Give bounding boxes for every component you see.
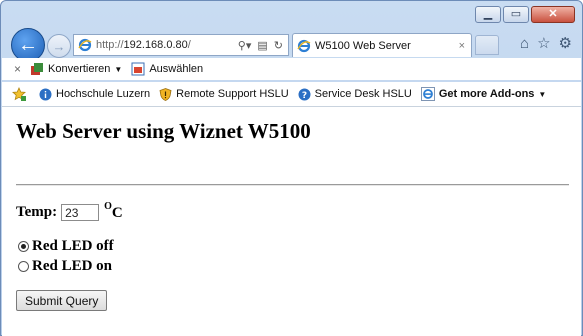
compatibility-icon[interactable]: ▤ [257,39,267,52]
forward-button[interactable]: → [47,34,71,58]
help-icon: ? [298,88,311,101]
temp-label: Temp: [16,204,58,220]
select-label: Auswählen [149,63,204,75]
search-icon[interactable]: ⚲▾ [238,39,252,52]
temp-unit: OC [104,201,123,222]
radio-label: Red LED off [32,238,114,254]
chevron-down-icon[interactable]: ▼ [538,90,546,99]
radio-label: Red LED on [32,258,113,274]
divider [16,184,569,186]
maximize-button[interactable]: ▭ [503,6,529,23]
back-arrow-icon: ← [18,34,38,56]
radio-red-led-on[interactable]: Red LED on [18,258,112,275]
chevron-down-icon[interactable]: ▼ [114,65,122,74]
temp-unit-sup: O [104,201,112,212]
settings-gear-icon[interactable]: ⚙ [559,34,572,54]
home-icon[interactable]: ⌂ [520,34,529,54]
address-text[interactable]: http://192.168.0.80/ [96,39,238,51]
command-bar: × Konvertieren ▼ Auswählen [2,58,581,80]
command-bar-close-button[interactable]: × [14,62,21,76]
select-icon [131,62,145,76]
add-favorite-star-icon [12,87,26,101]
ie-tab-icon [297,39,311,52]
address-suffix: / [187,39,191,51]
favorite-label: Hochschule Luzern [56,88,151,100]
radio-button[interactable] [18,261,29,272]
favorite-label: Service Desk HSLU [314,88,412,100]
new-tab-button[interactable] [475,35,499,55]
refresh-icon[interactable]: ↻ [274,39,283,52]
add-favorite-button[interactable] [12,87,30,101]
toolbar-icons: ⌂ ☆ ⚙ [520,34,572,54]
address-host: 192.168.0.80 [123,39,188,51]
close-window-button[interactable]: ✕ [531,6,575,23]
window-controls: ▁ ▭ ✕ [475,6,575,23]
favorite-hochschule-luzern[interactable]: Hochschule Luzern [39,88,150,101]
radio-red-led-off[interactable]: Red LED off [18,238,114,255]
select-button[interactable]: Auswählen [131,62,203,76]
temp-unit-letter: C [111,205,123,221]
submit-query-button[interactable]: Submit Query [16,290,108,311]
ie-icon [420,87,435,101]
browser-window: ▁ ▭ ✕ ← → http://192.168.0.80/ ⚲▾ ▤ ↻ W5… [0,0,583,336]
convert-label: Konvertieren [48,63,111,75]
address-bar[interactable]: http://192.168.0.80/ ⚲▾ ▤ ↻ [73,34,289,56]
favorite-remote-support[interactable]: Remote Support HSLU [159,87,289,101]
get-more-addons-button[interactable]: Get more Add-ons ▼ [420,87,546,101]
tab-title: W5100 Web Server [315,39,411,52]
get-more-addons-label: Get more Add-ons [438,88,535,100]
info-icon [39,88,52,101]
temperature-row: Temp: OC [16,201,123,222]
page-content: Web Server using Wiznet W5100 Temp: OC R… [2,107,581,336]
tab-close-button[interactable]: × [459,40,471,52]
convert-icon [30,62,44,76]
favorites-star-icon[interactable]: ☆ [537,34,550,54]
ie-page-icon [78,38,92,52]
favorites-bar: Hochschule Luzern Remote Support HSLU ? … [2,82,581,107]
tab-w5100[interactable]: W5100 Web Server × [292,33,472,57]
convert-button[interactable]: Konvertieren ▼ [30,62,122,76]
radio-button-checked[interactable] [18,241,29,252]
svg-text:?: ? [302,91,307,101]
back-button[interactable]: ← [11,28,45,62]
favorite-label: Remote Support HSLU [176,88,289,100]
favorite-service-desk[interactable]: ? Service Desk HSLU [298,88,412,101]
minimize-button[interactable]: ▁ [475,6,501,23]
address-tools: ⚲▾ ▤ ↻ [238,39,288,52]
temperature-input[interactable] [61,204,100,221]
forward-arrow-icon: → [52,38,66,54]
shield-icon [159,87,172,101]
address-prefix: http:// [96,39,124,51]
page-title: Web Server using Wiznet W5100 [16,119,311,143]
